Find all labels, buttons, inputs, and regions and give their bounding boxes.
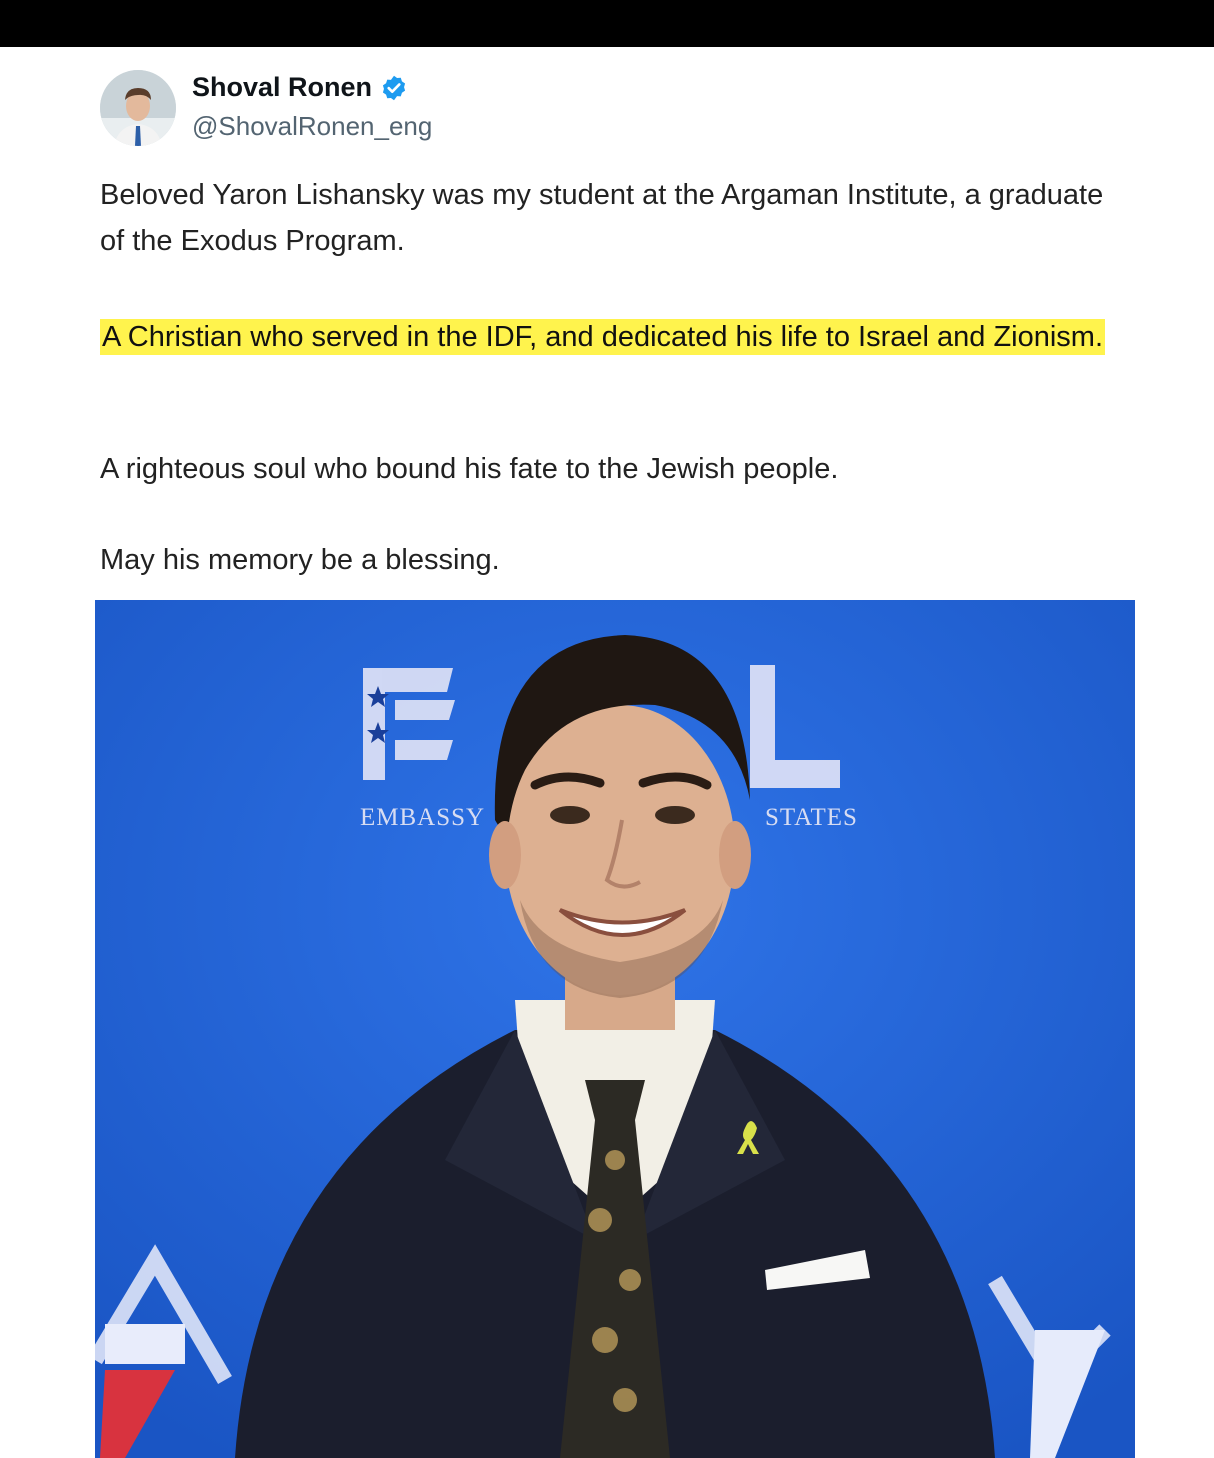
- avatar[interactable]: [100, 70, 176, 146]
- tweet-photo[interactable]: EMBASSY STATES: [95, 600, 1135, 1458]
- author-handle[interactable]: @ShovalRonen_eng: [192, 111, 432, 142]
- top-black-bar: [0, 0, 1214, 47]
- verified-badge-icon: [382, 75, 406, 100]
- tweet-paragraph-3: A righteous soul who bound his fate to t…: [100, 453, 839, 485]
- author-display-name[interactable]: Shoval Ronen: [192, 72, 372, 103]
- backdrop-text-left: EMBASSY: [360, 804, 486, 831]
- profile-photo-icon: [100, 70, 176, 146]
- tweet-paragraph-1: Beloved Yaron Lishansky was my student a…: [100, 179, 1104, 257]
- backdrop-text-right: STATES: [765, 804, 858, 831]
- highlighted-text: A Christian who served in the IDF, and d…: [100, 319, 1106, 355]
- portrait-illustration: [95, 600, 1135, 1458]
- tweet-paragraph-2: A Christian who served in the IDF, and d…: [100, 314, 1130, 360]
- author-name-row[interactable]: Shoval Ronen: [192, 72, 408, 103]
- tweet-paragraph-4: May his memory be a blessing.: [100, 544, 500, 576]
